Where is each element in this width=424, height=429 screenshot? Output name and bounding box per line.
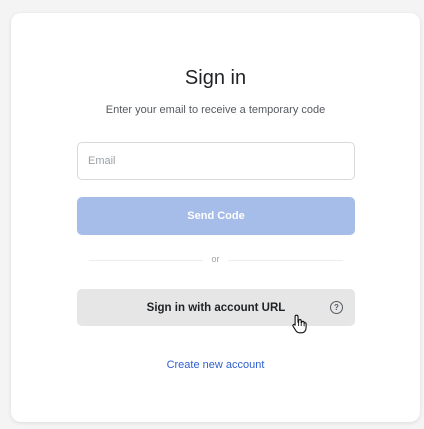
signin-card: Sign in Enter your email to receive a te… xyxy=(11,13,420,422)
page-subtitle: Enter your email to receive a temporary … xyxy=(105,104,326,116)
send-code-button[interactable]: Send Code xyxy=(77,197,355,235)
email-field[interactable] xyxy=(77,142,355,180)
create-new-account-link[interactable]: Create new account xyxy=(11,359,420,371)
sign-in-account-url-button[interactable]: Sign in with account URL xyxy=(77,289,355,326)
divider-or: or xyxy=(11,254,420,264)
page-title: Sign in xyxy=(184,67,247,89)
divider-label: or xyxy=(203,254,228,264)
hand-pointer-icon xyxy=(292,314,307,334)
question-circle-icon[interactable]: ? xyxy=(330,301,343,314)
